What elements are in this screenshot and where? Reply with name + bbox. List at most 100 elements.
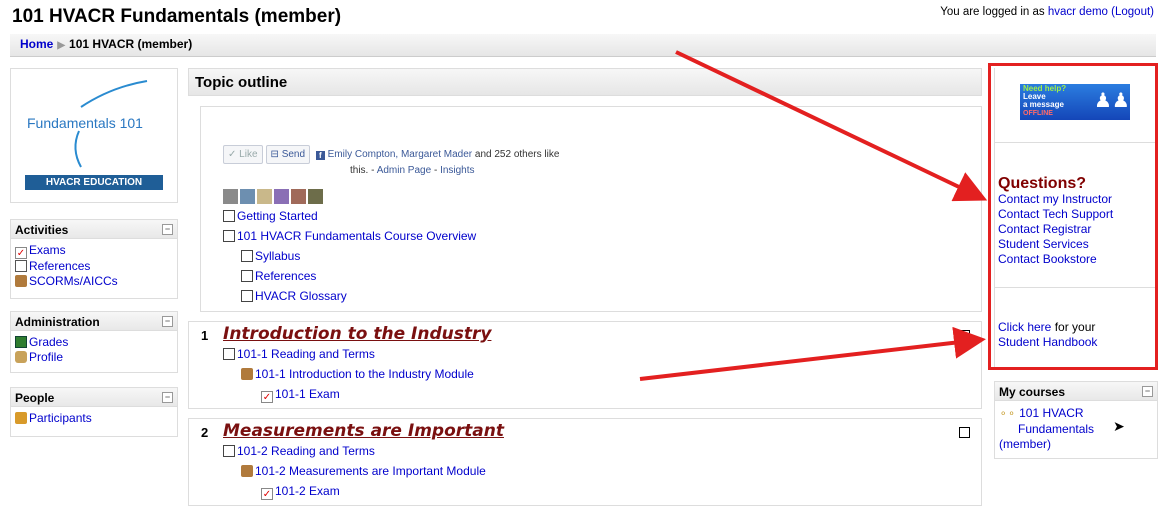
administration-block: Administration − Grades Profile xyxy=(10,311,178,373)
people-block: People − Participants xyxy=(10,387,178,437)
course-logo: Fundamentals 101 HVACR EDUCATION xyxy=(10,68,178,203)
intro-item-glossary[interactable]: HVACR Glossary xyxy=(241,288,347,304)
login-prefix: You are logged in as xyxy=(940,6,1048,18)
resource-icon xyxy=(241,250,253,262)
fb-names-link[interactable]: Emily Compton, Margaret Mader xyxy=(328,149,473,160)
avatar[interactable] xyxy=(291,189,306,204)
document-icon xyxy=(223,230,235,242)
section-item[interactable]: ✓ 101-2 Exam xyxy=(261,483,340,500)
section-item[interactable]: 101-1 Reading and Terms xyxy=(223,346,375,362)
intro-item-references[interactable]: References xyxy=(241,268,316,284)
section-number: 2 xyxy=(201,425,209,440)
participants-icon xyxy=(15,412,27,424)
like-button[interactable]: ✓ Like xyxy=(223,145,263,164)
scorms-link[interactable]: SCORMs/AICCs xyxy=(29,274,118,288)
section-item[interactable]: 101-2 Reading and Terms xyxy=(223,443,375,459)
section-item[interactable]: ✓ 101-1 Exam xyxy=(261,386,340,403)
admin-item-profile[interactable]: Profile xyxy=(15,350,177,365)
send-button[interactable]: ⊟ Send xyxy=(265,145,311,164)
course-icon: ⚬⚬ xyxy=(999,409,1016,420)
activities-item-references[interactable]: References xyxy=(15,259,177,274)
collapse-icon[interactable]: − xyxy=(162,392,173,403)
reading-terms-link[interactable]: 101-1 Reading and Terms xyxy=(237,347,375,361)
logout-link[interactable]: (Logout) xyxy=(1111,6,1154,18)
course-overview-link[interactable]: 101 HVACR Fundamentals Course Overview xyxy=(237,229,476,243)
getting-started-link[interactable]: Getting Started xyxy=(237,209,318,223)
course-link[interactable]: 101 HVACR xyxy=(1019,406,1083,420)
breadcrumb-home-link[interactable]: Home xyxy=(20,37,53,51)
fb-separator: - xyxy=(431,165,441,176)
package-icon xyxy=(241,465,253,477)
section-1: 1 Introduction to the Industry 101-1 Rea… xyxy=(188,321,982,409)
people-block-header: People − xyxy=(11,388,177,407)
navigation-bar: Home ▶ 101 HVACR (member) xyxy=(10,34,1156,57)
fb-admin-page-link[interactable]: Admin Page xyxy=(377,165,431,176)
collapse-icon[interactable]: − xyxy=(1142,386,1153,397)
avatar[interactable] xyxy=(257,189,272,204)
annotation-highlight-box xyxy=(988,63,1158,370)
resource-icon xyxy=(241,290,253,302)
collapse-icon[interactable]: − xyxy=(162,224,173,235)
references-link[interactable]: References xyxy=(255,269,316,283)
my-courses-item[interactable]: ⚬⚬ 101 HVACR Fundamentals (member) xyxy=(999,406,1094,452)
user-link[interactable]: hvacr demo xyxy=(1048,6,1108,18)
highlight-toggle-icon[interactable] xyxy=(959,330,970,341)
section-item[interactable]: 101-2 Measurements are Important Module xyxy=(241,463,486,479)
glossary-link[interactable]: HVACR Glossary xyxy=(255,289,347,303)
my-courses-header: My courses − xyxy=(995,382,1157,401)
document-icon xyxy=(241,270,253,282)
grades-link[interactable]: Grades xyxy=(29,335,68,349)
intro-item-syllabus[interactable]: Syllabus xyxy=(241,248,300,264)
avatar[interactable] xyxy=(274,189,289,204)
exam-icon: ✓ xyxy=(15,247,27,259)
course-link-line3[interactable]: (member) xyxy=(999,437,1051,451)
activities-item-exams[interactable]: ✓ Exams xyxy=(15,243,177,259)
section-title-link[interactable]: Measurements are Important xyxy=(223,421,504,441)
exams-link[interactable]: Exams xyxy=(29,243,66,257)
references-link[interactable]: References xyxy=(29,259,90,273)
facebook-widget: ✓ Like ⊟ Send f Emily Compton, Margaret M… xyxy=(223,145,559,177)
collapse-icon[interactable]: − xyxy=(162,316,173,327)
intro-section: ✓ Like ⊟ Send f Emily Compton, Margaret M… xyxy=(200,106,982,312)
document-icon xyxy=(15,260,27,272)
administration-title: Administration xyxy=(15,315,100,329)
fb-insights-link[interactable]: Insights xyxy=(440,165,474,176)
fb-this-text: this. xyxy=(350,165,369,176)
activities-item-scorms[interactable]: SCORMs/AICCs xyxy=(15,274,177,289)
breadcrumb-separator-icon: ▶ xyxy=(57,40,66,51)
profile-icon xyxy=(15,351,27,363)
exam-link[interactable]: 101-1 Exam xyxy=(275,387,340,401)
intro-item-getting-started[interactable]: Getting Started xyxy=(223,208,318,224)
send-icon: ⊟ xyxy=(270,149,279,160)
intro-item-course-overview[interactable]: 101 HVACR Fundamentals Course Overview xyxy=(223,228,476,244)
page-title: 101 HVACR Fundamentals (member) xyxy=(12,6,342,27)
exam-icon: ✓ xyxy=(261,488,273,500)
module-link[interactable]: 101-2 Measurements are Important Module xyxy=(255,464,486,478)
send-label: Send xyxy=(281,149,306,160)
avatar[interactable] xyxy=(223,189,238,204)
package-icon xyxy=(15,275,27,287)
syllabus-link[interactable]: Syllabus xyxy=(255,249,300,263)
section-title-link[interactable]: Introduction to the Industry xyxy=(223,324,491,344)
fb-separator: - xyxy=(368,165,377,176)
admin-item-grades[interactable]: Grades xyxy=(15,335,177,350)
fan-avatars xyxy=(223,189,323,204)
avatar[interactable] xyxy=(308,189,323,204)
activities-block: Activities − ✓ Exams References SCORMs/AIC… xyxy=(10,219,178,299)
section-item[interactable]: 101-1 Introduction to the Industry Modul… xyxy=(241,366,474,382)
module-link[interactable]: 101-1 Introduction to the Industry Modul… xyxy=(255,367,474,381)
exam-link[interactable]: 101-2 Exam xyxy=(275,484,340,498)
login-info: You are logged in as hvacr demo (Logout) xyxy=(940,6,1154,18)
reading-terms-link[interactable]: 101-2 Reading and Terms xyxy=(237,444,375,458)
exam-icon: ✓ xyxy=(261,391,273,403)
profile-link[interactable]: Profile xyxy=(29,350,63,364)
activities-block-header: Activities − xyxy=(11,220,177,239)
people-item-participants[interactable]: Participants xyxy=(15,411,177,426)
highlight-toggle-icon[interactable] xyxy=(959,427,970,438)
course-link-line2[interactable]: Fundamentals xyxy=(1018,422,1094,436)
avatar[interactable] xyxy=(240,189,255,204)
my-courses-title: My courses xyxy=(999,385,1066,399)
people-title: People xyxy=(15,391,55,405)
participants-link[interactable]: Participants xyxy=(29,411,92,425)
facebook-icon: f xyxy=(315,151,325,160)
